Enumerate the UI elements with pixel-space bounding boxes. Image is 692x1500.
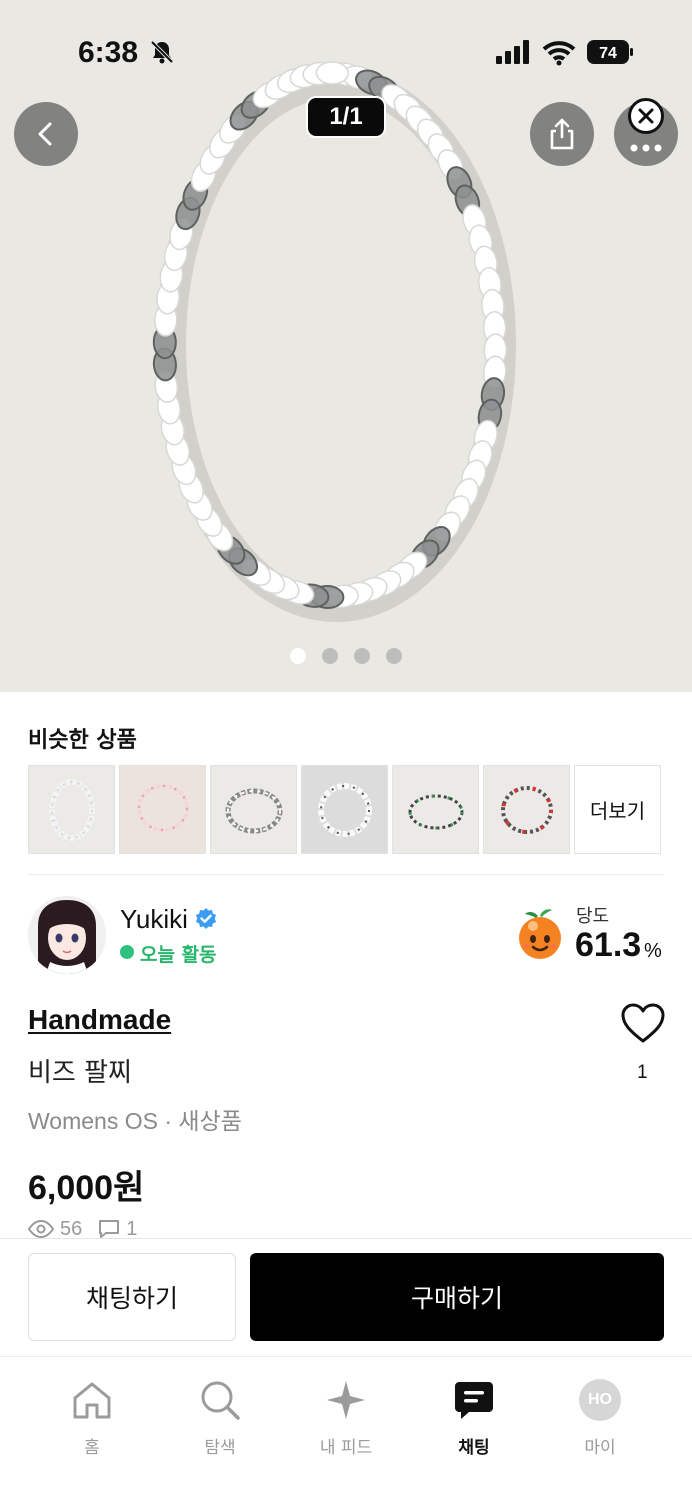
similar-products-list: 더보기 (28, 765, 661, 854)
bracelet-thumbnail (317, 782, 372, 837)
eye-icon (28, 1220, 54, 1238)
chat-button[interactable]: 채팅하기 (28, 1253, 236, 1341)
status-bar: 6:38 74 (0, 0, 692, 100)
avatar-icon: HO (579, 1379, 621, 1421)
similar-product-thumbnail[interactable] (28, 765, 115, 854)
similar-product-thumbnail[interactable] (210, 765, 297, 854)
share-icon (550, 118, 574, 150)
bottom-tab-bar: 홈 탐색 내 피드 채팅 HO 마이 (0, 1356, 692, 1500)
tab-label: 홈 (84, 1438, 100, 1458)
wifi-icon (542, 41, 576, 66)
tab-label: 내 피드 (319, 1438, 373, 1458)
close-icon (638, 108, 654, 124)
similar-product-thumbnail[interactable] (392, 765, 479, 854)
sweetness-unit: % (644, 940, 662, 962)
sparkle-icon (327, 1381, 365, 1419)
buy-button[interactable]: 구매하기 (250, 1253, 664, 1341)
bracelet-thumbnail (48, 778, 95, 841)
bracelet-thumbnail (500, 785, 553, 834)
page-dot[interactable] (322, 648, 338, 664)
comment-count: 1 (126, 1218, 138, 1240)
seller-name[interactable]: Yukiki (120, 904, 188, 935)
close-button[interactable] (628, 98, 664, 134)
tab-my[interactable]: HO 마이 (550, 1377, 650, 1458)
heart-icon[interactable] (620, 1002, 666, 1044)
view-count: 56 (60, 1218, 83, 1240)
see-more-button[interactable]: 더보기 (574, 765, 661, 854)
status-time: 6:38 (78, 36, 139, 69)
tab-label: 채팅 (458, 1438, 490, 1458)
like-count: 1 (637, 1062, 648, 1083)
similar-product-thumbnail[interactable] (483, 765, 570, 854)
anime-avatar-image (28, 896, 106, 974)
back-button[interactable] (14, 102, 78, 166)
product-price: 6,000원 (28, 1169, 145, 1207)
activity-status: 오늘 활동 (140, 944, 217, 966)
tab-label: 탐색 (204, 1438, 236, 1458)
comment-icon (99, 1220, 120, 1238)
chevron-left-icon (38, 122, 52, 146)
home-icon (73, 1382, 111, 1419)
tab-search[interactable]: 탐색 (170, 1377, 270, 1458)
signal-icon (496, 40, 529, 64)
search-icon (201, 1381, 240, 1420)
product-stats: 56 1 (28, 1218, 137, 1240)
seller-avatar[interactable] (28, 896, 106, 974)
gallery-page-dots (0, 648, 692, 664)
tab-chat[interactable]: 채팅 (424, 1377, 524, 1458)
page-dot[interactable] (386, 648, 402, 664)
bracelet-thumbnail (136, 783, 189, 832)
bottom-action-bar: 채팅하기 구매하기 (0, 1238, 692, 1356)
chat-icon (455, 1382, 493, 1419)
image-counter: 1/1 (306, 96, 386, 138)
similar-product-thumbnail[interactable] (301, 765, 388, 854)
battery-level: 74 (599, 45, 617, 62)
peach-character-icon (519, 909, 561, 959)
tab-home[interactable]: 홈 (42, 1377, 142, 1458)
product-brand-link[interactable]: Handmade (28, 1004, 171, 1036)
more-dots-icon (630, 144, 662, 152)
product-image-gallery[interactable]: 1/1 (0, 0, 692, 692)
tab-my-feed[interactable]: 내 피드 (296, 1377, 396, 1458)
section-divider (28, 874, 664, 875)
product-name: 비즈 팔찌 (28, 1058, 132, 1088)
product-meta: Womens OS · 새상품 (28, 1108, 242, 1134)
bracelet-thumbnail (408, 794, 463, 829)
similar-products-title: 비슷한 상품 (28, 728, 137, 753)
sweetness-value: 61.3 (575, 926, 642, 964)
tab-label: 마이 (584, 1438, 616, 1458)
bracelet-thumbnail (225, 788, 282, 833)
sweetness-label: 당도 (576, 906, 610, 927)
page-dot[interactable] (354, 648, 370, 664)
similar-product-thumbnail[interactable] (119, 765, 206, 854)
active-status-dot (120, 945, 134, 959)
bell-slash-icon (150, 40, 174, 64)
page-dot[interactable] (290, 648, 306, 664)
share-button[interactable] (530, 102, 594, 166)
verified-badge-icon (196, 908, 216, 929)
battery-icon: 74 (587, 40, 633, 64)
